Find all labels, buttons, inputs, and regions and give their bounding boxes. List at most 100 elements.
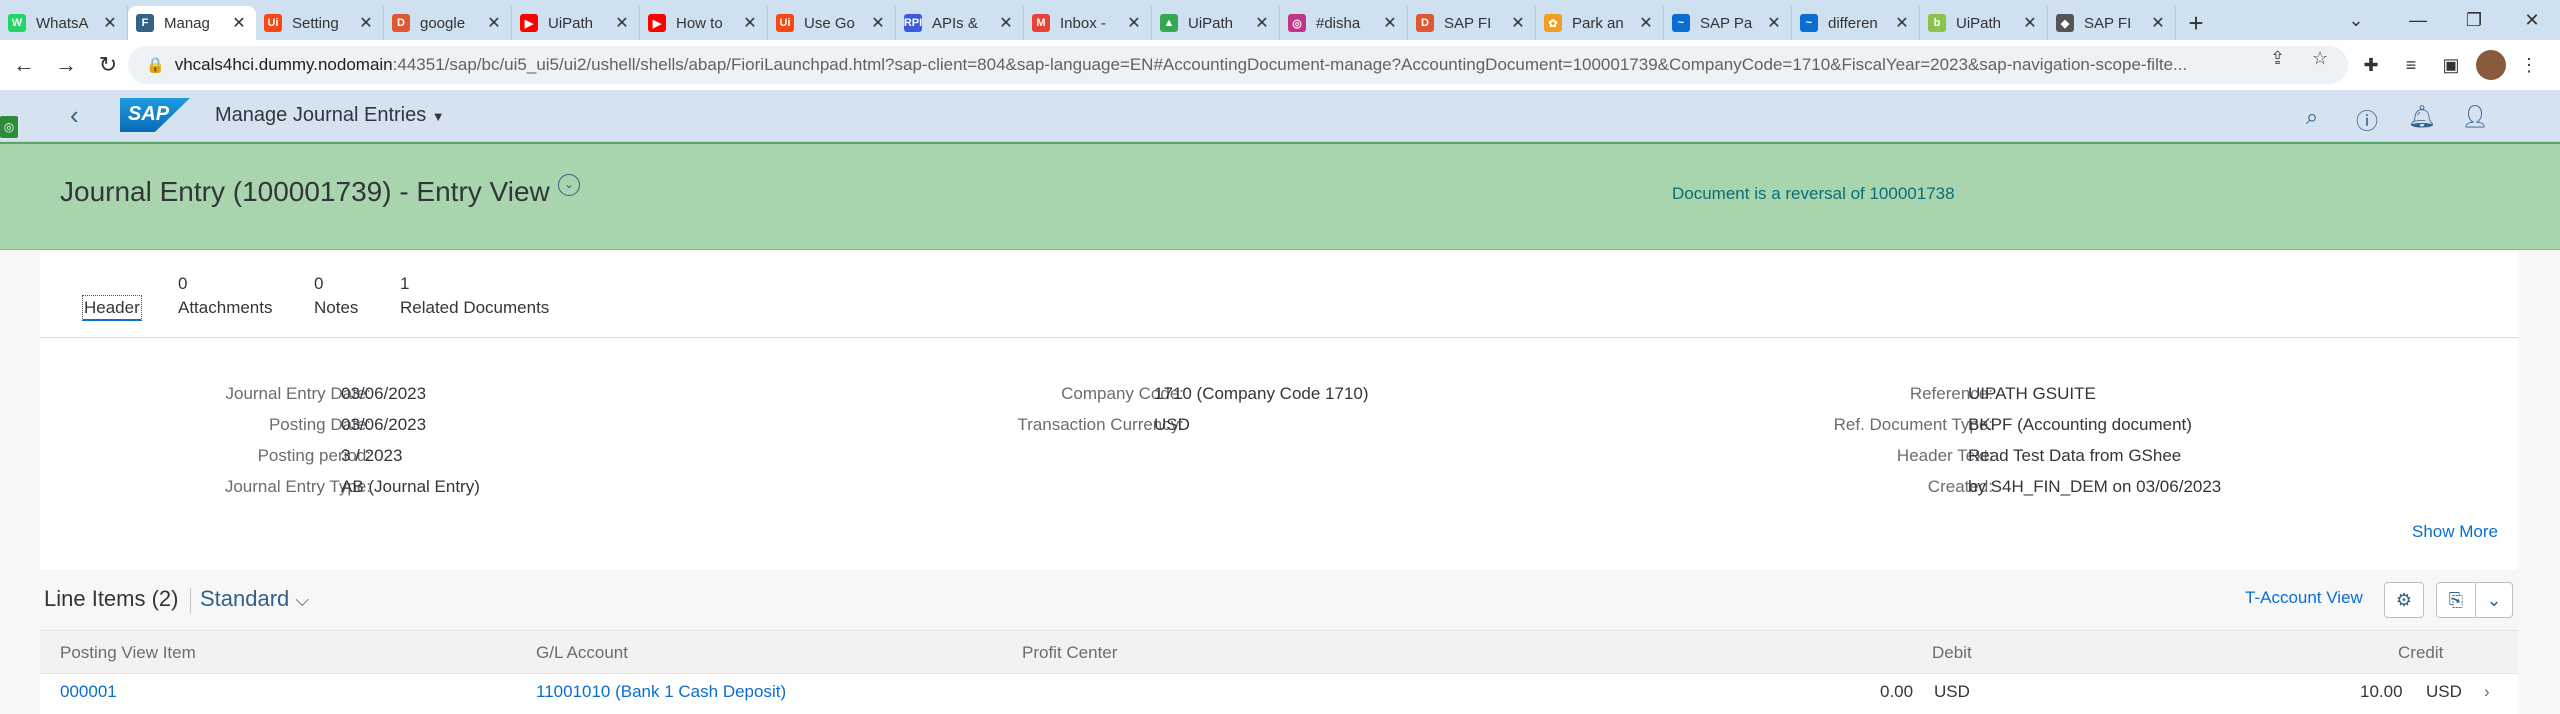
- browser-tab[interactable]: ◆ SAP FI ✕: [2048, 6, 2176, 40]
- url-input[interactable]: 🔒 vhcals4hci.dummy.nodomain:44351/sap/bc…: [128, 46, 2348, 84]
- close-tab-icon[interactable]: ✕: [1125, 13, 1143, 33]
- close-tab-icon[interactable]: ✕: [1381, 13, 1399, 33]
- share-icon[interactable]: ⇪: [2270, 48, 2285, 69]
- column-header-profit-center[interactable]: Profit Center: [1022, 643, 1117, 663]
- new-tab-icon[interactable]: +: [2176, 6, 2216, 40]
- browser-tab-title: Setting: [292, 14, 339, 32]
- anchor-related-documents[interactable]: 1 Related Documents: [400, 274, 549, 318]
- debit-amount: 0.00: [1880, 682, 1914, 701]
- export-icon[interactable]: ⎘: [2436, 582, 2476, 618]
- close-tab-icon[interactable]: ✕: [997, 13, 1015, 33]
- anchor-count: 0: [314, 274, 324, 293]
- close-tab-icon[interactable]: ✕: [1253, 13, 1271, 33]
- browser-tab-title: APIs &: [932, 14, 978, 32]
- anchor-label: Header: [82, 295, 142, 321]
- browser-tab[interactable]: b UiPath ✕: [1920, 6, 2048, 40]
- browser-tab-title: Use Go: [804, 14, 855, 32]
- lock-icon: 🔒: [146, 57, 165, 74]
- browser-tab[interactable]: W WhatsA ✕: [0, 6, 128, 40]
- close-tab-icon[interactable]: ✕: [2149, 13, 2167, 33]
- browser-tab[interactable]: ◎ #disha ✕: [1280, 6, 1408, 40]
- back-arrow-icon[interactable]: ←: [4, 45, 44, 85]
- browser-tab[interactable]: RPI APIs & ✕: [896, 6, 1024, 40]
- settings-gear-icon[interactable]: ⚙: [2384, 582, 2424, 618]
- extensions-icon[interactable]: ✚: [2356, 50, 2386, 80]
- restore-icon[interactable]: ❐: [2446, 0, 2502, 40]
- browser-tab-strip: W WhatsA ✕ F Manag ✕ Ui Setting ✕ Dgoogle ✕ ▶ UiPath…: [0, 0, 2560, 40]
- browser-tab[interactable]: ▶ How to ✕: [640, 6, 768, 40]
- browser-tab-title: SAP Pa: [1700, 14, 1753, 32]
- help-icon[interactable]: ⓘ: [2352, 104, 2382, 136]
- sap-community-icon: ✿: [1544, 14, 1562, 32]
- search-icon[interactable]: ⌕: [2297, 104, 2327, 130]
- close-tab-icon[interactable]: ✕: [869, 13, 887, 33]
- browser-tab[interactable]: ~ differen ✕: [1792, 6, 1920, 40]
- url-host: vhcals4hci.dummy.nodomain: [174, 55, 393, 74]
- close-window-icon[interactable]: ✕: [2504, 0, 2560, 40]
- reversal-message[interactable]: Document is a reversal of 100001738: [1672, 184, 1955, 204]
- browser-tab[interactable]: ✿ Park an ✕: [1536, 6, 1664, 40]
- browser-tab[interactable]: ~ SAP Pa ✕: [1664, 6, 1792, 40]
- back-icon[interactable]: ‹: [70, 100, 79, 131]
- browser-tab[interactable]: ▲ UiPath ✕: [1152, 6, 1280, 40]
- anchor-label: Related Documents: [400, 298, 550, 317]
- column-header-debit[interactable]: Debit: [1932, 643, 1972, 663]
- tab-search-icon[interactable]: ⌄: [2328, 0, 2384, 40]
- gl-account-link[interactable]: 11001010 (Bank 1 Cash Deposit): [536, 682, 786, 702]
- browser-tab[interactable]: Dgoogle ✕: [384, 6, 512, 40]
- media-queue-icon[interactable]: ≡: [2396, 50, 2426, 80]
- export-menu-chevron-icon[interactable]: ⌄: [2475, 582, 2513, 618]
- browser-tab[interactable]: Ui Use Go ✕: [768, 6, 896, 40]
- column-header-credit[interactable]: Credit: [2398, 643, 2443, 663]
- status-indicator-icon: ◎: [0, 116, 18, 138]
- bookmark-star-icon[interactable]: ☆: [2312, 48, 2328, 69]
- sidebar-icon[interactable]: ▣: [2436, 50, 2466, 80]
- close-tab-icon[interactable]: ✕: [357, 13, 375, 33]
- close-tab-icon[interactable]: ✕: [1509, 13, 1527, 33]
- close-tab-icon[interactable]: ✕: [230, 13, 248, 33]
- close-tab-icon[interactable]: ✕: [613, 13, 631, 33]
- user-profile-icon[interactable]: 👤︎: [2460, 104, 2490, 130]
- variant-selector[interactable]: Standard ⌵: [200, 586, 309, 612]
- close-tab-icon[interactable]: ✕: [485, 13, 503, 33]
- browser-tab-title: google: [420, 14, 466, 32]
- browser-tab[interactable]: D SAP FI ✕: [1408, 6, 1536, 40]
- sap-logo[interactable]: SAP: [120, 98, 190, 132]
- close-tab-icon[interactable]: ✕: [1765, 13, 1783, 33]
- close-tab-icon[interactable]: ✕: [741, 13, 759, 33]
- notifications-bell-icon[interactable]: 🔔︎: [2407, 104, 2437, 130]
- reload-icon[interactable]: ↻: [88, 45, 128, 85]
- posting-period-value: 3 / 2023: [341, 446, 403, 465]
- app-title-menu[interactable]: Manage Journal Entries ▼: [215, 104, 445, 127]
- duckduckgo-icon: D: [392, 14, 410, 32]
- chrome-menu-icon[interactable]: ⋮: [2514, 50, 2544, 80]
- anchor-header[interactable]: Header: [82, 274, 142, 321]
- column-header-gl-account[interactable]: G/L Account: [536, 643, 628, 663]
- table-row[interactable]: 000001 11001010 (Bank 1 Cash Deposit) 0.…: [40, 674, 2518, 714]
- app-title: Manage Journal Entries: [215, 104, 427, 126]
- browser-tab[interactable]: Ui Setting ✕: [256, 6, 384, 40]
- rpi-icon: RPI: [904, 14, 922, 32]
- reference-value: UIPATH GSUITE: [1968, 384, 2096, 403]
- browser-tab[interactable]: M Inbox - ✕: [1024, 6, 1152, 40]
- row-navigation-chevron-icon[interactable]: ›: [2484, 682, 2490, 702]
- show-more-link[interactable]: Show More: [2412, 522, 2498, 542]
- chevron-down-icon: ⌵: [295, 590, 310, 610]
- minimize-icon[interactable]: —: [2390, 0, 2446, 40]
- close-tab-icon[interactable]: ✕: [1893, 13, 1911, 33]
- browser-tab[interactable]: ▶ UiPath ✕: [512, 6, 640, 40]
- t-account-view-button[interactable]: T-Account View: [2245, 588, 2363, 608]
- title-expand-chevron-icon[interactable]: ⌄: [558, 174, 580, 196]
- forward-arrow-icon[interactable]: →: [46, 45, 86, 85]
- close-tab-icon[interactable]: ✕: [1637, 13, 1655, 33]
- anchor-attachments[interactable]: 0 Attachments: [178, 274, 273, 318]
- profile-avatar[interactable]: [2476, 50, 2506, 80]
- anchor-notes[interactable]: 0 Notes: [314, 274, 358, 318]
- object-header: Journal Entry (100001739) - Entry View ⌄…: [0, 142, 2560, 250]
- close-tab-icon[interactable]: ✕: [2021, 13, 2039, 33]
- browser-tab[interactable]: F Manag ✕: [128, 6, 256, 40]
- close-tab-icon[interactable]: ✕: [101, 13, 119, 33]
- column-header-posting-view-item[interactable]: Posting View Item: [60, 643, 196, 663]
- posting-view-item-link[interactable]: 000001: [60, 682, 117, 702]
- journal-entry-type-value: AB (Journal Entry): [341, 477, 480, 496]
